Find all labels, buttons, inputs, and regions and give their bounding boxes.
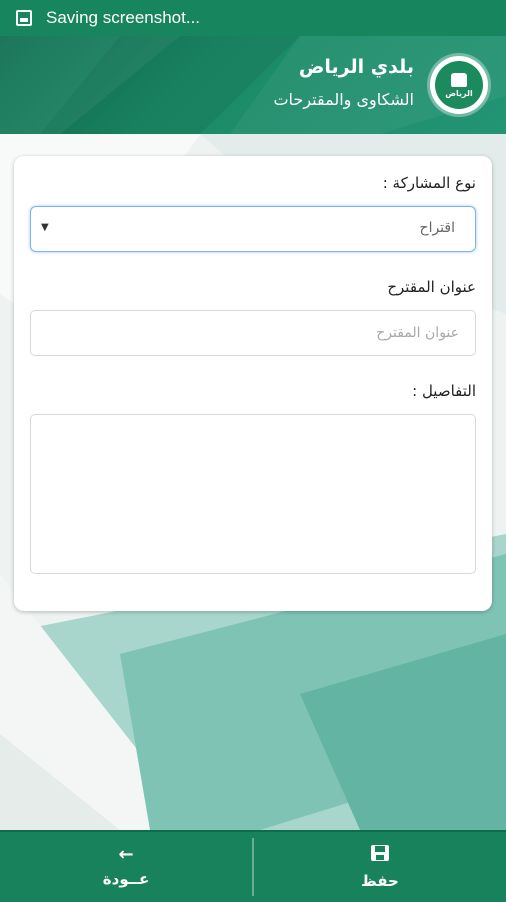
back-button-label: عــودة xyxy=(102,870,150,888)
screenshot-icon xyxy=(16,10,32,26)
back-button[interactable]: ← عــودة xyxy=(0,832,252,902)
save-button-label: حفظ xyxy=(361,872,399,890)
status-bar: Saving screenshot... xyxy=(0,0,506,36)
crown-icon xyxy=(451,72,467,87)
dropdown-arrow-icon: ▼ xyxy=(41,222,49,233)
app-header: الرياض بلدي الرياض الشكاوى والمقترحات xyxy=(0,36,506,134)
save-icon xyxy=(370,844,390,866)
participation-type-label: نوع المشاركة : xyxy=(382,174,476,192)
page-subtitle: الشكاوى والمقترحات xyxy=(273,90,414,109)
bottom-action-bar: ← عــودة حفظ xyxy=(0,830,506,902)
participation-type-value: اقتراح xyxy=(419,220,455,236)
participation-type-select[interactable]: اقتراح ▼ xyxy=(30,206,476,252)
suggestion-title-label: عنوان المقترح xyxy=(387,278,476,296)
app-title: بلدي الرياض xyxy=(298,56,414,78)
save-button[interactable]: حفظ xyxy=(254,832,506,902)
suggestion-title-input[interactable] xyxy=(30,310,476,356)
arrow-left-icon: ← xyxy=(118,844,134,865)
municipality-logo: الرياض xyxy=(430,56,488,114)
details-textarea[interactable] xyxy=(30,414,476,574)
suggestion-form-card: نوع المشاركة : اقتراح ▼ عنوان المقترح ال… xyxy=(14,156,492,611)
status-text: Saving screenshot... xyxy=(46,8,201,27)
details-label: التفاصيل : xyxy=(412,382,476,400)
